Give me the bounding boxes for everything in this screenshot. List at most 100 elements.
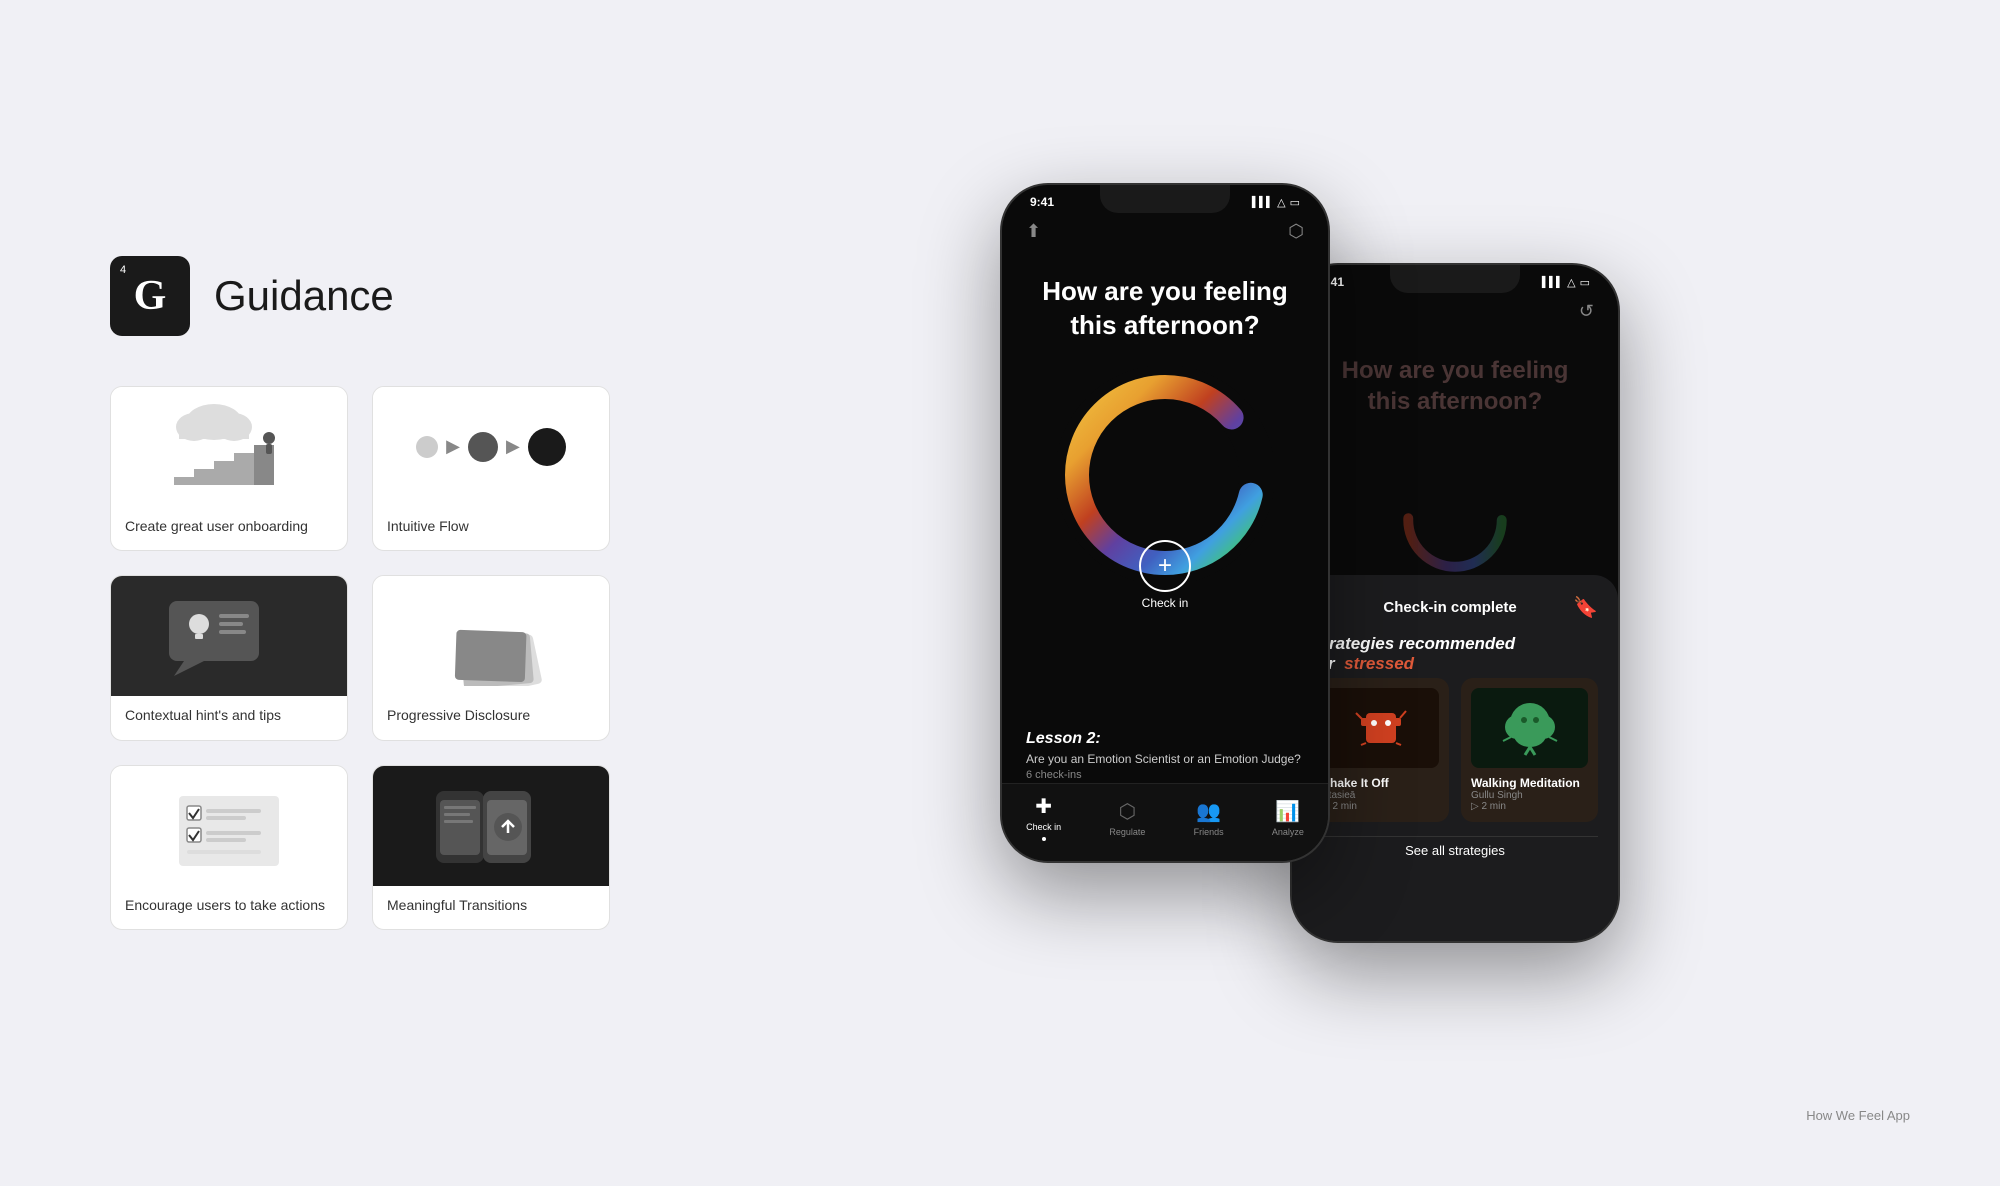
card-meaningful-transitions: Meaningful Transitions	[372, 765, 610, 931]
phone-1-content: 9:41 ▌▌▌ △ ▭ ⬆ ⬡ How are you	[1002, 185, 1328, 861]
checkin-complete-sheet: ✕ Check-in complete 🔖 Strategies recomme…	[1292, 575, 1618, 941]
meaningful-transitions-label: Meaningful Transitions	[373, 886, 609, 930]
contextual-hints-icon	[149, 586, 309, 686]
app-credit: How We Feel App	[1806, 1108, 1910, 1123]
checkin-button[interactable]: + Check in	[1139, 540, 1191, 610]
header-section: 4 G Guidance	[110, 256, 610, 336]
wifi-icon: △	[1277, 196, 1285, 209]
card-progressive-disclosure: Progressive Disclosure	[372, 575, 610, 741]
wifi-icon-2: △	[1567, 276, 1575, 289]
progressive-disclosure-icon-area	[373, 576, 609, 696]
onboarding-label: Create great user onboarding	[111, 507, 347, 551]
onboarding-icon	[144, 392, 314, 502]
cards-grid: Create great user onboarding ▶ ▶ Intuiti…	[110, 386, 610, 931]
arrow-right-1: ▶	[446, 436, 460, 457]
nav-label-analyze: Analyze	[1272, 827, 1304, 837]
left-panel: 4 G Guidance	[50, 216, 670, 971]
sheet-header: ✕ Check-in complete 🔖	[1312, 595, 1598, 620]
lesson-title: Lesson 2:	[1026, 730, 1304, 748]
checkin-nav-icon: ✚	[1035, 794, 1052, 819]
phone-1: 9:41 ▌▌▌ △ ▭ ⬆ ⬡ How are you	[1000, 183, 1330, 863]
stressed-word: stressed	[1344, 654, 1414, 673]
shake-off-image	[1322, 688, 1439, 768]
page-wrapper: 4 G Guidance	[50, 43, 1950, 1143]
nav-item-regulate[interactable]: ⬡ Regulate	[1109, 799, 1145, 837]
nav-label-checkin: Check in	[1026, 822, 1061, 832]
logo-letter: G	[134, 272, 167, 320]
strategies-recommended-text: Strategies recommended for stressed	[1312, 634, 1598, 674]
signal-icon-2: ▌▌▌	[1542, 277, 1563, 288]
strategies-label: Strategies recommended	[1312, 634, 1515, 653]
shake-off-illustration	[1346, 693, 1416, 763]
strategy-card-shake[interactable]: Shake It Off Atasieā ▷ 2 min	[1312, 678, 1449, 822]
page-title: Guidance	[214, 272, 394, 320]
lesson-subtitle: Are you an Emotion Scientist or an Emoti…	[1026, 752, 1304, 766]
contextual-hints-label: Contextual hint's and tips	[111, 696, 347, 740]
refresh-icon[interactable]: ↺	[1579, 301, 1594, 322]
walking-meditation-duration: ▷ 2 min	[1471, 801, 1588, 812]
intuitive-flow-label: Intuitive Flow	[373, 507, 609, 551]
intuitive-flow-icon-area: ▶ ▶	[373, 387, 609, 507]
right-panel: 9:41 ▌▌▌ △ ▭ ⬆ ⬡ How are you	[670, 43, 1950, 1143]
dot-large	[528, 428, 566, 466]
nav-item-analyze[interactable]: 📊 Analyze	[1272, 799, 1304, 837]
phone-1-question: How are you feeling this afternoon?	[1002, 275, 1328, 343]
phones-container: 9:41 ▌▌▌ △ ▭ ⬆ ⬡ How are you	[1000, 183, 1620, 943]
walking-meditation-image	[1471, 688, 1588, 768]
friends-nav-icon: 👥	[1196, 799, 1221, 824]
nav-label-friends: Friends	[1194, 827, 1224, 837]
lesson-checkins: 6 check-ins	[1026, 769, 1304, 781]
intuitive-flow-icon: ▶ ▶	[416, 428, 566, 466]
battery-icon-2: ▭	[1580, 276, 1590, 289]
hexagon-icon[interactable]: ⬡	[1288, 221, 1304, 242]
arrow-right-2: ▶	[506, 436, 520, 457]
encourage-users-icon-area	[111, 766, 347, 886]
checkin-label: Check in	[1142, 596, 1189, 610]
nav-item-friends[interactable]: 👥 Friends	[1194, 799, 1224, 837]
shake-off-name: Shake It Off	[1322, 776, 1439, 790]
phone-2-partial-ring	[1355, 465, 1555, 575]
walking-meditation-name: Walking Meditation	[1471, 776, 1588, 790]
dot-medium	[468, 432, 498, 462]
phone-1-bottom-nav: ✚ Check in ⬡ Regulate 👥 Friends	[1002, 783, 1328, 861]
phone-1-toolbar: ⬆ ⬡	[1002, 221, 1328, 242]
card-encourage-users: Encourage users to take actions	[110, 765, 348, 931]
phone-2-question-text: How are you feeling this afternoon?	[1322, 355, 1588, 417]
phone-2-status-icons: ▌▌▌ △ ▭	[1542, 276, 1590, 289]
strategy-card-walking[interactable]: Walking Meditation Gullu Singh ▷ 2 min	[1461, 678, 1598, 822]
lesson-section: Lesson 2: Are you an Emotion Scientist o…	[1026, 730, 1304, 781]
phone-2-toolbar: ⬆ ↺	[1292, 301, 1618, 322]
contextual-hints-icon-area	[111, 576, 347, 696]
shake-off-duration: ▷ 2 min	[1322, 801, 1439, 812]
nav-item-checkin[interactable]: ✚ Check in	[1026, 794, 1061, 841]
phone-1-status-icons: ▌▌▌ △ ▭	[1252, 196, 1300, 209]
shake-off-author: Atasieā	[1322, 790, 1439, 801]
dot-small	[416, 436, 438, 458]
onboarding-icon-area	[111, 387, 347, 507]
phone-2-content: 9:41 ▌▌▌ △ ▭ ⬆ ↺ How are you	[1292, 265, 1618, 941]
progressive-disclosure-label: Progressive Disclosure	[373, 696, 609, 740]
share-icon[interactable]: ⬆	[1026, 221, 1041, 242]
card-contextual-hints: Contextual hint's and tips	[110, 575, 348, 741]
see-all-strategies[interactable]: See all strategies	[1312, 836, 1598, 858]
phone-1-time: 9:41	[1030, 195, 1054, 209]
battery-icon: ▭	[1290, 196, 1300, 209]
logo-box: 4 G	[110, 256, 190, 336]
strategy-cards-container: Shake It Off Atasieā ▷ 2 min	[1312, 678, 1598, 822]
walking-meditation-illustration	[1495, 693, 1565, 763]
sheet-title: Check-in complete	[1383, 599, 1516, 616]
meaningful-transitions-icon-area	[373, 766, 609, 886]
phone-2: 9:41 ▌▌▌ △ ▭ ⬆ ↺ How are you	[1290, 263, 1620, 943]
encourage-users-icon	[149, 776, 309, 876]
phone-2-question: How are you feeling this afternoon?	[1292, 355, 1618, 417]
analyze-nav-icon: 📊	[1275, 799, 1300, 824]
card-intuitive-flow: ▶ ▶ Intuitive Flow	[372, 386, 610, 552]
card-onboarding: Create great user onboarding	[110, 386, 348, 552]
signal-icon: ▌▌▌	[1252, 197, 1273, 208]
phone-1-status-bar: 9:41 ▌▌▌ △ ▭	[1002, 195, 1328, 209]
checkin-plus-icon: +	[1139, 540, 1191, 592]
bookmark-icon[interactable]: 🔖	[1573, 595, 1598, 620]
phone-1-question-text: How are you feeling this afternoon?	[1032, 275, 1298, 343]
meaningful-transitions-icon	[411, 776, 571, 876]
encourage-users-label: Encourage users to take actions	[111, 886, 347, 930]
